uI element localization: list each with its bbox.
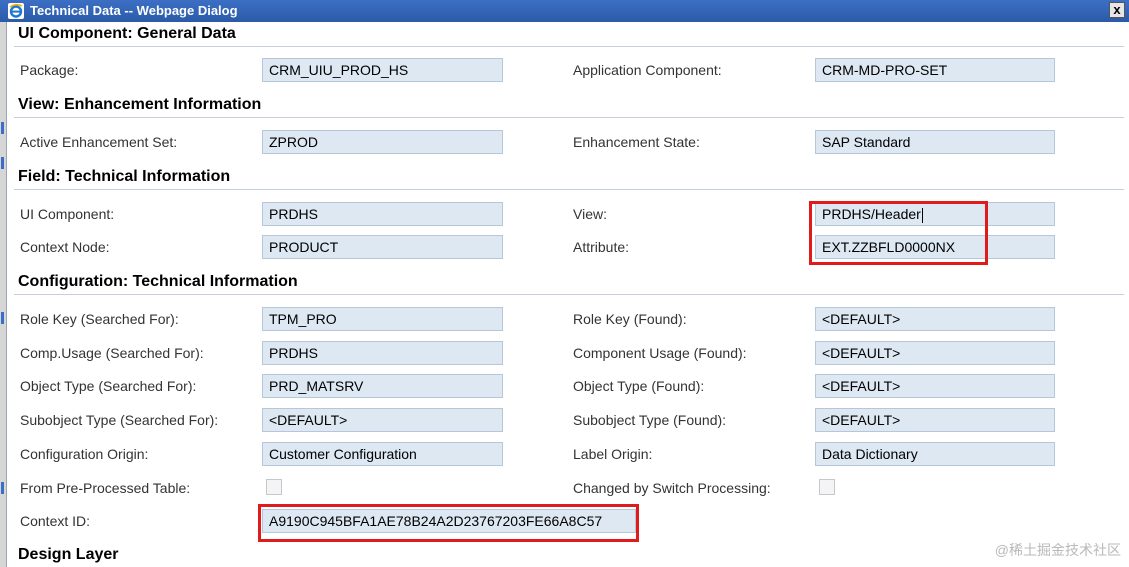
edge-marker xyxy=(1,157,4,169)
edge-marker xyxy=(1,312,4,324)
component-usage-found-label: Component Usage (Found): xyxy=(573,345,747,361)
object-type-searched-field[interactable]: PRD_MATSRV xyxy=(262,374,503,398)
role-key-searched-label: Role Key (Searched For): xyxy=(20,311,179,327)
left-window-edge xyxy=(0,22,7,567)
ui-component-label: UI Component: xyxy=(20,206,115,222)
section-config-title: Configuration: Technical Information xyxy=(18,273,298,290)
context-id-label: Context ID: xyxy=(20,513,91,529)
section-general-title: UI Component: General Data xyxy=(18,25,236,42)
enhancement-state-label: Enhancement State: xyxy=(573,134,700,150)
section-design-title: Design Layer xyxy=(18,546,119,563)
active-enhancement-set-label: Active Enhancement Set: xyxy=(20,134,178,150)
edge-marker xyxy=(1,122,4,134)
context-node-field[interactable]: PRODUCT xyxy=(262,235,503,259)
edge-marker xyxy=(1,482,4,494)
close-button[interactable]: x xyxy=(1109,2,1125,18)
active-enhancement-set-field[interactable]: ZPROD xyxy=(262,130,503,154)
watermark: @稀土掘金技术社区 xyxy=(994,542,1121,558)
component-usage-found-field[interactable]: <DEFAULT> xyxy=(815,341,1055,365)
attribute-label: Attribute: xyxy=(573,239,630,255)
role-key-searched-field[interactable]: TPM_PRO xyxy=(262,307,503,331)
section-divider xyxy=(14,117,1124,118)
object-type-found-field[interactable]: <DEFAULT> xyxy=(815,374,1055,398)
enhancement-state-field[interactable]: SAP Standard xyxy=(815,130,1055,154)
configuration-origin-label: Configuration Origin: xyxy=(20,446,149,462)
pre-processed-table-checkbox[interactable] xyxy=(266,479,282,495)
label-origin-label: Label Origin: xyxy=(573,446,653,462)
comp-usage-searched-field[interactable]: PRDHS xyxy=(262,341,503,365)
subobject-type-found-field[interactable]: <DEFAULT> xyxy=(815,408,1055,432)
application-component-field[interactable]: CRM-MD-PRO-SET xyxy=(815,58,1055,82)
object-type-found-label: Object Type (Found): xyxy=(573,378,705,394)
section-divider xyxy=(14,189,1124,190)
label-origin-field[interactable]: Data Dictionary xyxy=(815,442,1055,466)
internet-explorer-icon xyxy=(8,3,24,19)
comp-usage-searched-label: Comp.Usage (Searched For): xyxy=(20,345,204,361)
close-icon: x xyxy=(1113,2,1121,17)
object-type-searched-label: Object Type (Searched For): xyxy=(20,378,197,394)
dialog-title: Technical Data -- Webpage Dialog xyxy=(30,3,238,18)
section-divider xyxy=(14,294,1124,295)
view-label: View: xyxy=(573,206,607,222)
switch-processing-checkbox[interactable] xyxy=(819,479,835,495)
highlight-context-id xyxy=(258,504,639,542)
section-view-title: View: Enhancement Information xyxy=(18,96,262,113)
pre-processed-table-label: From Pre-Processed Table: xyxy=(20,480,191,496)
role-key-found-field[interactable]: <DEFAULT> xyxy=(815,307,1055,331)
ui-component-field[interactable]: PRDHS xyxy=(262,202,503,226)
context-node-label: Context Node: xyxy=(20,239,110,255)
subobject-type-searched-label: Subobject Type (Searched For): xyxy=(20,412,219,428)
switch-processing-label: Changed by Switch Processing: xyxy=(573,480,771,496)
dialog-titlebar: Technical Data -- Webpage Dialog x xyxy=(0,0,1129,22)
configuration-origin-field[interactable]: Customer Configuration xyxy=(262,442,503,466)
section-field-title: Field: Technical Information xyxy=(18,168,231,185)
section-divider xyxy=(14,46,1124,47)
subobject-type-searched-field[interactable]: <DEFAULT> xyxy=(262,408,503,432)
role-key-found-label: Role Key (Found): xyxy=(573,311,687,327)
subobject-type-found-label: Subobject Type (Found): xyxy=(573,412,727,428)
package-field[interactable]: CRM_UIU_PROD_HS xyxy=(262,58,503,82)
application-component-label: Application Component: xyxy=(573,62,722,78)
package-label: Package: xyxy=(20,62,79,78)
highlight-view-attribute xyxy=(809,201,988,265)
